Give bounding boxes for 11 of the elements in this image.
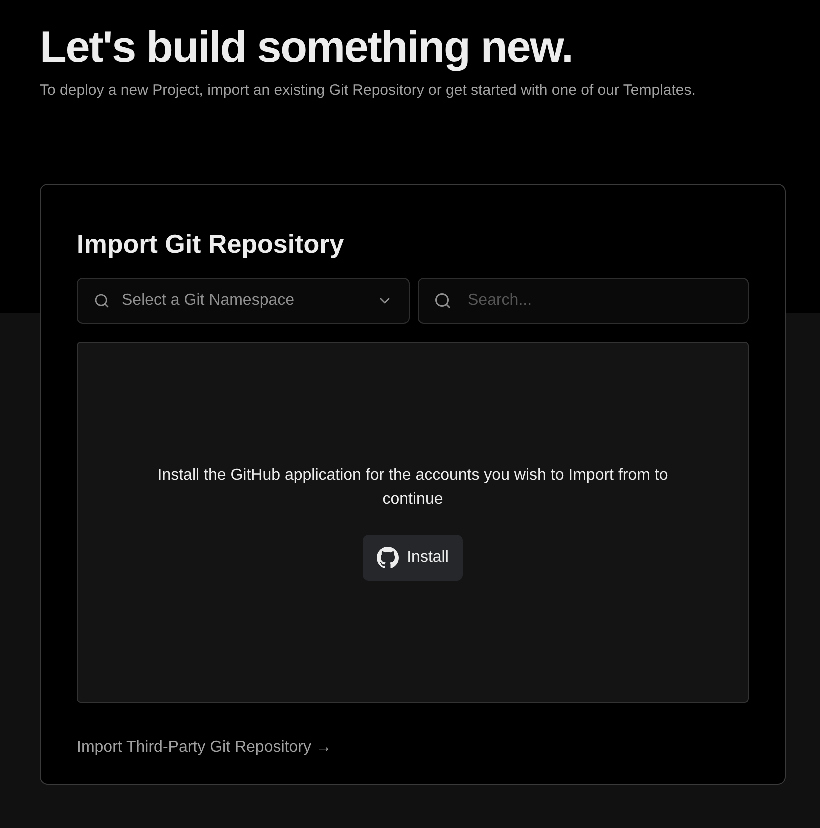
card-title: Import Git Repository xyxy=(77,228,344,260)
third-party-import-link[interactable]: Import Third-Party Git Repository → xyxy=(77,736,332,760)
page-title: Let's build something new. xyxy=(40,22,573,74)
github-icon xyxy=(377,546,400,568)
search-icon xyxy=(434,292,452,310)
search-icon xyxy=(94,292,110,308)
namespace-select[interactable]: Select a Git Namespace xyxy=(77,278,410,324)
search-field[interactable]: Search... xyxy=(418,278,749,324)
page-subtitle: To deploy a new Project, import an existing Git Repository or get started with one of our Templates. xyxy=(40,81,696,101)
install-button[interactable]: Install xyxy=(363,534,463,580)
install-message: Install the GitHub application for the accounts you wish to Import from to continue xyxy=(156,466,670,510)
